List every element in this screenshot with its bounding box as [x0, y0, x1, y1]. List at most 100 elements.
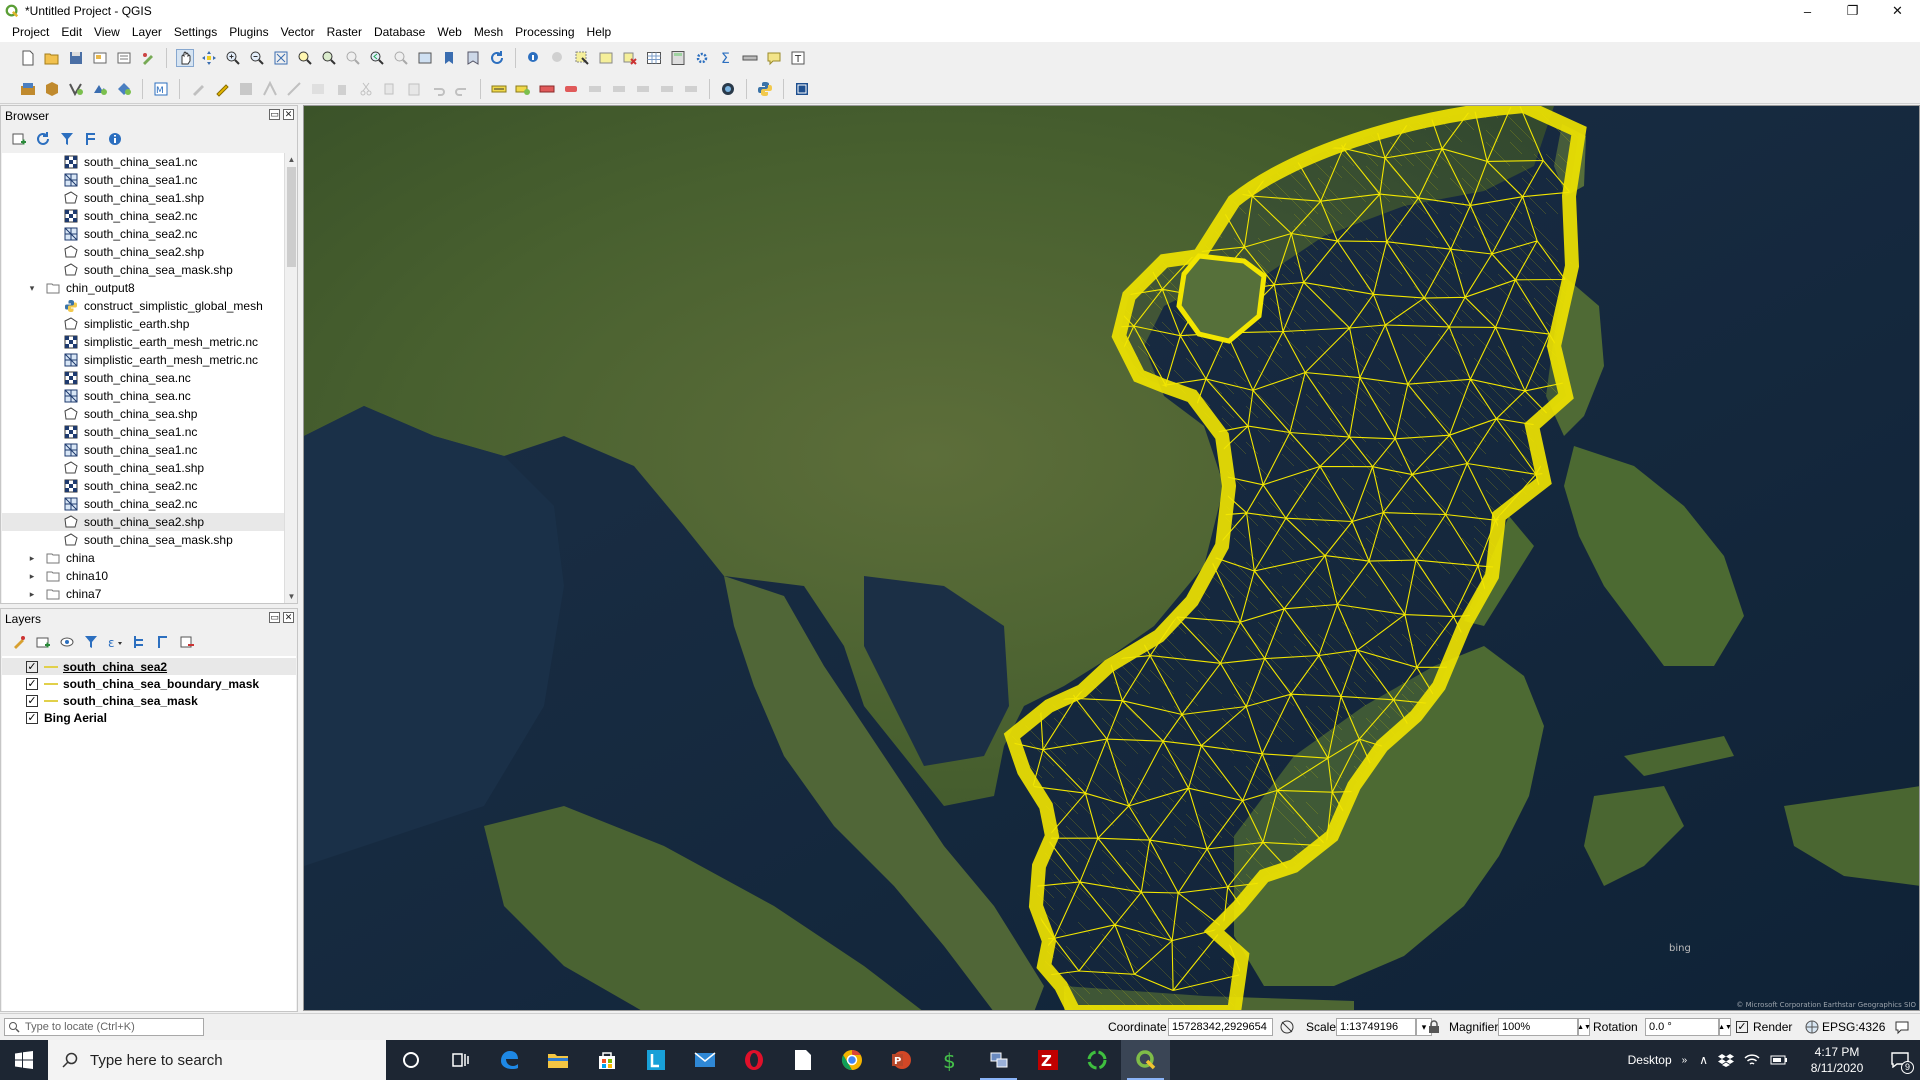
browser-item[interactable]: south_china_sea.nc	[2, 369, 284, 387]
microsoft-store-icon[interactable]	[582, 1040, 631, 1080]
browser-item[interactable]: south_china_sea1.nc	[2, 441, 284, 459]
move-label-icon[interactable]	[586, 80, 604, 98]
save-project-icon[interactable]	[67, 49, 85, 67]
menu-edit[interactable]: Edit	[55, 25, 88, 39]
change-label-icon[interactable]	[634, 80, 652, 98]
collapse-all-layers-icon[interactable]	[154, 633, 172, 651]
modify-attributes-icon[interactable]	[309, 80, 327, 98]
browser-item[interactable]: south_china_sea2.nc	[2, 225, 284, 243]
close-panel-icon[interactable]: ✕	[283, 612, 294, 623]
map-view[interactable]: bing © Microsoft Corporation Earthstar G…	[304, 106, 1920, 1011]
attribute-table-icon[interactable]	[645, 49, 663, 67]
browser-scrollbar[interactable]: ▲ ▼	[284, 153, 297, 603]
browser-item[interactable]: ▸ china	[2, 549, 284, 567]
layout-manager-icon[interactable]	[115, 49, 133, 67]
field-calculator-icon[interactable]	[669, 49, 687, 67]
data-source-manager-icon[interactable]	[19, 80, 37, 98]
menu-vector[interactable]: Vector	[275, 25, 321, 39]
pan-to-selection-icon[interactable]	[200, 49, 218, 67]
battery-icon[interactable]	[1770, 1053, 1788, 1067]
qgis-taskbar-icon[interactable]	[1121, 1040, 1170, 1080]
vertex-tool-icon[interactable]	[285, 80, 303, 98]
remove-layer-icon[interactable]	[178, 633, 196, 651]
new-geopackage-layer-icon[interactable]	[43, 80, 61, 98]
close-panel-icon[interactable]: ✕	[283, 109, 294, 120]
style-manager-icon[interactable]	[139, 49, 157, 67]
locator-input[interactable]: Type to locate (Ctrl+K)	[4, 1018, 204, 1036]
mail-icon[interactable]	[680, 1040, 729, 1080]
layer-visibility-checkbox[interactable]: ✓	[26, 677, 38, 690]
identify-features-icon[interactable]	[525, 49, 543, 67]
add-vector-layer-icon[interactable]	[67, 80, 85, 98]
layer-item[interactable]: ✓ Bing Aerial	[2, 709, 296, 726]
libreoffice-icon[interactable]	[631, 1040, 680, 1080]
browser-item[interactable]: ▾ chin_output8	[2, 279, 284, 297]
select-by-value-icon[interactable]	[597, 49, 615, 67]
menu-settings[interactable]: Settings	[168, 25, 223, 39]
chrome-browser-icon[interactable]	[827, 1040, 876, 1080]
zoom-in-icon[interactable]	[224, 49, 242, 67]
magnifier-field[interactable]: 100%	[1498, 1018, 1578, 1036]
float-panel-icon[interactable]: ▭	[269, 612, 280, 623]
zoom-full-icon[interactable]	[272, 49, 290, 67]
notepad-icon[interactable]	[778, 1040, 827, 1080]
browser-item[interactable]: south_china_sea.shp	[2, 405, 284, 423]
collapse-arrow-icon[interactable]: ▾	[26, 283, 38, 294]
select-features-icon[interactable]	[573, 49, 591, 67]
minimize-button[interactable]: –	[1785, 0, 1830, 22]
lock-scale-icon[interactable]	[1427, 1017, 1441, 1037]
browser-item[interactable]: south_china_sea2.shp	[2, 513, 284, 531]
zoom-to-native-resolution-icon[interactable]	[344, 49, 362, 67]
paste-features-icon[interactable]	[405, 80, 423, 98]
new-print-layout-icon[interactable]	[91, 49, 109, 67]
browser-item[interactable]: south_china_sea1.nc	[2, 171, 284, 189]
magnifier-spinner[interactable]: ▲▼	[1577, 1018, 1591, 1036]
redo-icon[interactable]	[453, 80, 471, 98]
zoom-next-icon[interactable]	[392, 49, 410, 67]
filter-browser-icon[interactable]	[58, 130, 76, 148]
taskbar-search-box[interactable]: Type here to search	[48, 1040, 386, 1080]
menu-plugins[interactable]: Plugins	[223, 25, 274, 39]
browser-item[interactable]: construct_simplistic_global_mesh	[2, 297, 284, 315]
manage-map-themes-icon[interactable]	[58, 633, 76, 651]
layer-item[interactable]: ✓ south_china_sea_boundary_mask	[2, 675, 296, 692]
expand-arrow-icon[interactable]: ▸	[26, 553, 38, 564]
mesh-plugin-icon[interactable]	[793, 80, 811, 98]
browser-item[interactable]: south_china_sea2.shp	[2, 243, 284, 261]
add-wms-layer-icon[interactable]: M	[152, 80, 170, 98]
browser-item[interactable]: south_china_sea_mask.shp	[2, 261, 284, 279]
save-edits-icon[interactable]	[237, 80, 255, 98]
add-group-icon[interactable]	[34, 633, 52, 651]
pan-map-icon[interactable]	[176, 49, 194, 67]
circular-app-icon[interactable]	[1072, 1040, 1121, 1080]
run-feature-action-icon[interactable]	[549, 49, 567, 67]
menu-database[interactable]: Database	[368, 25, 431, 39]
money-app-icon[interactable]: $	[925, 1040, 974, 1080]
filter-by-expression-icon[interactable]: ε	[106, 633, 124, 651]
cut-features-icon[interactable]	[357, 80, 375, 98]
zoom-out-icon[interactable]	[248, 49, 266, 67]
browser-item[interactable]: simplistic_earth.shp	[2, 315, 284, 333]
rotation-spinner[interactable]: ▲▼	[1718, 1018, 1732, 1036]
network-app-icon[interactable]	[974, 1040, 1023, 1080]
browser-item[interactable]: south_china_sea1.nc	[2, 153, 284, 171]
filezilla-icon[interactable]: Z	[1023, 1040, 1072, 1080]
tray-chevron-icon[interactable]: ∧	[1699, 1053, 1708, 1067]
label-properties-icon[interactable]	[658, 80, 676, 98]
wifi-icon[interactable]	[1744, 1053, 1760, 1067]
float-panel-icon[interactable]: ▭	[269, 109, 280, 120]
desktop-toolbar-label[interactable]: Desktop	[1628, 1053, 1672, 1067]
plugin-icon[interactable]	[719, 80, 737, 98]
open-layer-styling-icon[interactable]	[10, 633, 28, 651]
highlight-labels-icon[interactable]	[538, 80, 556, 98]
render-checkbox[interactable]: ✓ Render	[1736, 1017, 1792, 1037]
menu-help[interactable]: Help	[581, 25, 618, 39]
label-tool-icon[interactable]	[490, 80, 508, 98]
add-selected-layers-icon[interactable]	[10, 130, 28, 148]
powerpoint-icon[interactable]: P	[876, 1040, 925, 1080]
file-explorer-icon[interactable]	[533, 1040, 582, 1080]
layer-item[interactable]: ✓ south_china_sea2	[2, 658, 296, 675]
open-project-icon[interactable]	[43, 49, 61, 67]
browser-item[interactable]: simplistic_earth_mesh_metric.nc	[2, 333, 284, 351]
task-view-icon[interactable]	[435, 1040, 484, 1080]
